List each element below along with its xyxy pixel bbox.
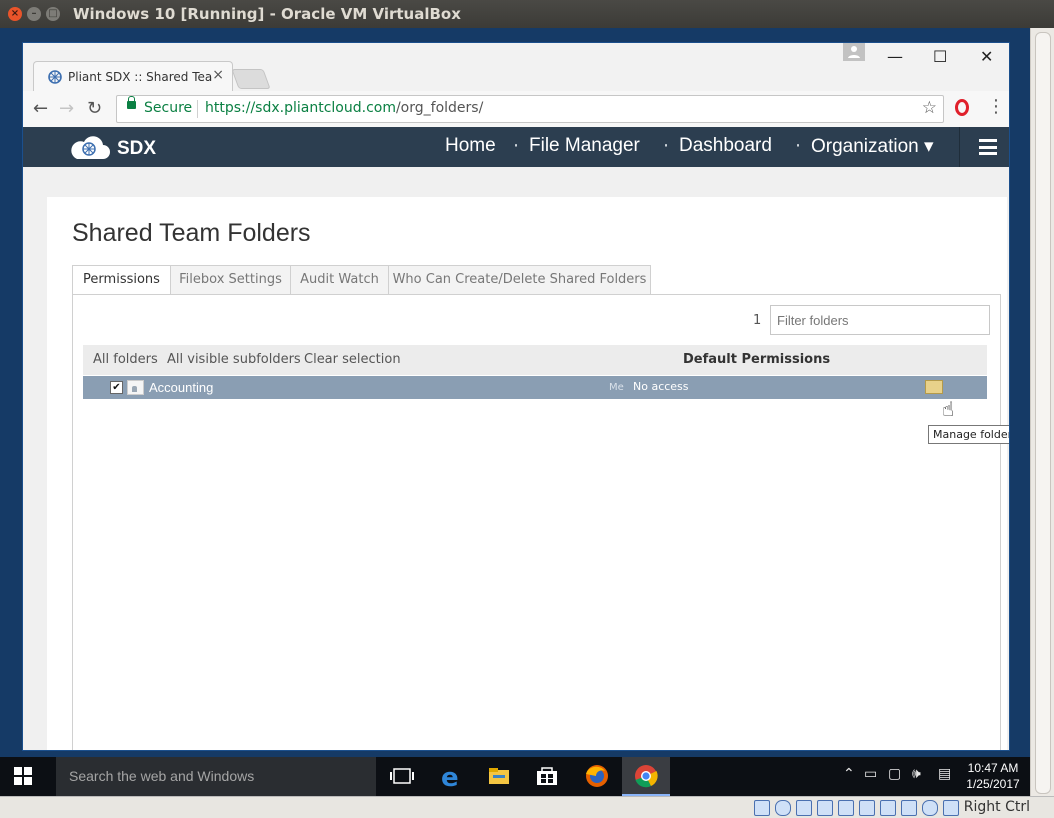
nav-file-manager[interactable]: File Manager: [529, 135, 640, 157]
back-icon[interactable]: ←: [33, 98, 48, 119]
clock-time: 10:47 AM: [967, 761, 1019, 775]
tab-filebox-settings[interactable]: Filebox Settings: [170, 265, 291, 295]
folder-owner: Me: [609, 382, 624, 393]
bookmark-star-icon[interactable]: ☆: [922, 98, 937, 118]
optical-drive-icon[interactable]: [775, 800, 791, 816]
vm-titlebar: × – □ Windows 10 [Running] - Oracle VM V…: [0, 0, 1054, 28]
tooltip: Manage folder permissions: [928, 425, 1009, 444]
nav-home[interactable]: Home: [445, 135, 496, 157]
sdx-favicon-icon: [48, 70, 62, 84]
folder-name[interactable]: Accounting: [149, 380, 213, 395]
store-icon[interactable]: [523, 757, 571, 796]
new-tab-button[interactable]: [231, 69, 271, 89]
shared-folder-icon: [127, 380, 144, 395]
hdd-status-icon[interactable]: [754, 800, 770, 816]
manage-permissions-icon[interactable]: [925, 380, 943, 394]
browser-tab-active[interactable]: Pliant SDX :: Shared Team Folders ×: [33, 61, 233, 92]
default-permissions-header: Default Permissions: [683, 352, 831, 367]
hamburger-menu-icon[interactable]: [979, 139, 997, 155]
browser-window: Pliant SDX :: Shared Team Folders × — ☐ …: [22, 42, 1010, 751]
usb-status-icon[interactable]: [838, 800, 854, 816]
page-title: Shared Team Folders: [72, 219, 311, 247]
vm-scrollbar[interactable]: [1030, 28, 1054, 796]
url-host: https://sdx.pliantcloud.com: [205, 100, 396, 116]
windows-taskbar: Search the web and Windows e ⌃ ▭ ▢ 🕪 ▤ 1…: [0, 757, 1030, 796]
recording-status-icon[interactable]: [901, 800, 917, 816]
sdx-logo-text[interactable]: SDX: [117, 138, 156, 160]
tray-overflow-icon[interactable]: ⌃: [843, 766, 855, 782]
sdx-cloud-logo-icon[interactable]: [67, 133, 111, 161]
search-placeholder: Search the web and Windows: [69, 768, 255, 784]
task-view-icon[interactable]: [378, 757, 426, 796]
host-key-label: Right Ctrl: [963, 799, 1030, 815]
select-all-folders-link[interactable]: All folders: [93, 352, 158, 367]
clear-selection-link[interactable]: Clear selection: [304, 352, 401, 367]
tab-strip: Pliant SDX :: Shared Team Folders × — ☐ …: [23, 43, 1009, 92]
web-page: SDX Home · File Manager · Dashboard · Or…: [23, 127, 1009, 750]
taskbar-search-box[interactable]: Search the web and Windows: [56, 757, 376, 796]
address-bar[interactable]: Secure https://sdx.pliantcloud.com/org_f…: [116, 95, 944, 123]
chrome-icon[interactable]: [622, 757, 670, 796]
tab-audit-watch[interactable]: Audit Watch: [290, 265, 389, 295]
filter-folders-input[interactable]: [770, 305, 990, 335]
folder-list-header: All folders All visible subfolders Clear…: [83, 345, 987, 375]
close-icon[interactable]: ×: [8, 7, 22, 21]
shared-folders-icon[interactable]: [859, 800, 875, 816]
permissions-panel: 1 All folders All visible subfolders Cle…: [72, 294, 1009, 750]
hand-cursor-icon: ☝: [942, 397, 955, 421]
table-row[interactable]: ✔ Accounting Me No access: [83, 376, 987, 399]
select-visible-subfolders-link[interactable]: All visible subfolders: [167, 352, 301, 367]
row-checkbox[interactable]: ✔: [110, 381, 123, 394]
firefox-icon[interactable]: [573, 757, 621, 796]
folder-count: 1: [753, 313, 762, 328]
window-close-icon[interactable]: ✕: [980, 47, 993, 66]
opera-extension-icon[interactable]: [955, 99, 969, 116]
power-icon[interactable]: ▭: [864, 766, 877, 782]
profile-icon[interactable]: [843, 43, 865, 61]
vm-window-title: Windows 10 [Running] - Oracle VM Virtual…: [73, 5, 461, 23]
volume-icon[interactable]: 🕪: [912, 766, 921, 782]
default-access-value[interactable]: No access: [633, 380, 689, 393]
mouse-integration-icon[interactable]: [943, 800, 959, 816]
taskbar-clock[interactable]: 10:47 AM 1/25/2017: [962, 760, 1024, 792]
svg-text:e: e: [441, 763, 459, 793]
lock-icon: [127, 96, 136, 109]
browser-tab-title: Pliant SDX :: Shared Team Folders: [68, 70, 212, 84]
windows-start-icon[interactable]: [14, 767, 32, 785]
window-minimize-icon[interactable]: —: [887, 47, 903, 66]
scrollbar-thumb[interactable]: [1035, 32, 1051, 794]
window-maximize-icon[interactable]: ☐: [933, 47, 947, 66]
nav-divider: [959, 127, 960, 167]
url-path: /org_folders/: [395, 100, 484, 116]
browser-menu-icon[interactable]: ⋮: [987, 96, 1005, 117]
nav-separator: ·: [663, 135, 670, 157]
clock-date: 1/25/2017: [966, 777, 1020, 791]
browser-toolbar: ← → ↻ Secure https://sdx.pliantcloud.com…: [23, 91, 1009, 128]
forward-icon[interactable]: →: [59, 98, 74, 119]
virtualization-status-icon[interactable]: [922, 800, 938, 816]
audio-status-icon[interactable]: [796, 800, 812, 816]
reload-icon[interactable]: ↻: [87, 98, 102, 119]
nav-separator: ·: [795, 135, 802, 157]
nav-separator: ·: [513, 135, 520, 157]
edge-browser-icon[interactable]: e: [427, 757, 475, 796]
display-status-icon[interactable]: [880, 800, 896, 816]
minimize-icon[interactable]: –: [27, 7, 41, 21]
nav-dashboard[interactable]: Dashboard: [679, 135, 772, 157]
site-navbar: SDX Home · File Manager · Dashboard · Or…: [23, 127, 1009, 167]
network-icon[interactable]: ▢: [888, 766, 901, 782]
address-separator: [197, 100, 198, 118]
tab-permissions[interactable]: Permissions: [72, 265, 171, 295]
tab-who-can-create-delete[interactable]: Who Can Create/Delete Shared Folders: [388, 265, 651, 295]
tab-close-icon[interactable]: ×: [212, 67, 224, 83]
url-text[interactable]: https://sdx.pliantcloud.com/org_folders/: [205, 100, 483, 116]
network-status-icon[interactable]: [817, 800, 833, 816]
secure-label: Secure: [144, 100, 193, 116]
notifications-icon[interactable]: ▤: [938, 766, 951, 782]
maximize-icon[interactable]: □: [46, 7, 60, 21]
nav-organization-dropdown[interactable]: Organization ▾: [811, 135, 934, 158]
file-explorer-icon[interactable]: [475, 757, 523, 796]
vm-status-bar: Right Ctrl: [0, 796, 1054, 818]
